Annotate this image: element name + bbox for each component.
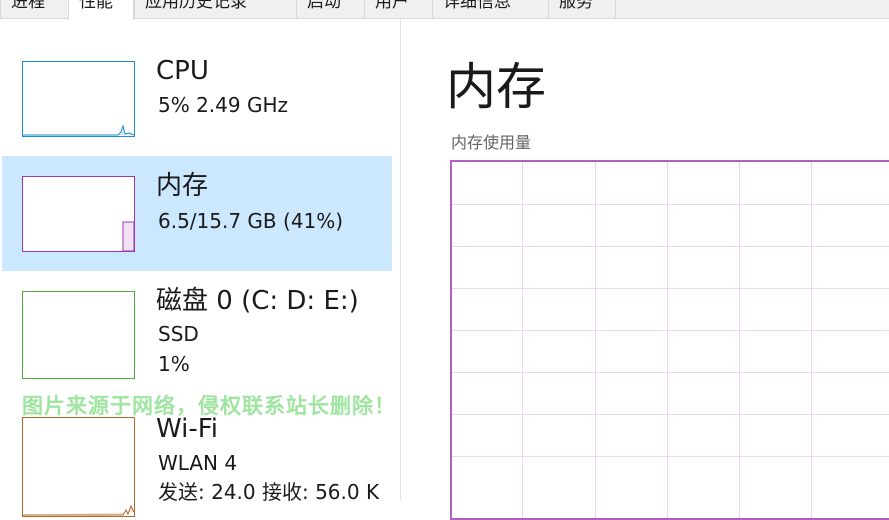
- tab-details[interactable]: 详细信息: [432, 0, 548, 18]
- wifi-thumbnail-graph: [22, 417, 135, 517]
- memory-title: 内存: [156, 171, 209, 201]
- sidebar-item-memory[interactable]: 内存 6.5/15.7 GB (41%): [2, 156, 392, 271]
- disk-title: 磁盘 0 (C: D: E:): [156, 286, 359, 316]
- memory-usage-text: 6.5/15.7 GB (41%): [158, 209, 344, 233]
- sidebar-item-wifi[interactable]: Wi-Fi WLAN 4 发送: 24.0 接收: 56.0 K: [2, 405, 392, 517]
- tab-app-history[interactable]: 应用历史记录: [134, 0, 296, 18]
- tab-services[interactable]: 服务: [548, 0, 616, 18]
- disk-usage-text: 1%: [158, 352, 190, 376]
- memory-usage-graph: [450, 160, 889, 520]
- tab-bar: 进程 性能 应用历史记录 启动 用户 详细信息 服务: [0, 0, 889, 20]
- graph-gridline: [452, 330, 889, 331]
- cpu-title: CPU: [156, 56, 209, 86]
- graph-gridline: [452, 414, 889, 415]
- watermark-text: 图片来源于网络，侵权联系站长删除！: [22, 394, 396, 418]
- graph-gridline: [452, 456, 889, 457]
- memory-usage-graph-label: 内存使用量: [451, 133, 532, 152]
- tab-processes[interactable]: 进程: [0, 0, 68, 18]
- cpu-thumbnail-graph: [22, 61, 135, 137]
- graph-gridline: [452, 372, 889, 373]
- memory-thumbnail-graph: [22, 176, 135, 252]
- graph-gridline: [811, 162, 812, 518]
- tab-users[interactable]: 用户: [364, 0, 432, 18]
- disk-type-text: SSD: [158, 322, 199, 346]
- wifi-adapter-text: WLAN 4: [158, 451, 238, 475]
- graph-gridline: [739, 162, 740, 518]
- graph-gridline: [522, 162, 523, 518]
- graph-gridline: [452, 288, 889, 289]
- graph-gridline: [667, 162, 668, 518]
- sidebar-item-cpu[interactable]: CPU 5% 2.49 GHz: [2, 49, 392, 149]
- cpu-usage-text: 5% 2.49 GHz: [158, 93, 289, 117]
- sidebar-item-disk[interactable]: 磁盘 0 (C: D: E:) SSD 1%: [2, 279, 392, 399]
- page-title: 内存: [446, 58, 546, 116]
- tab-performance[interactable]: 性能: [68, 0, 134, 20]
- graph-gridline: [452, 246, 889, 247]
- resource-sidebar: CPU 5% 2.49 GHz 内存 6.5/15.7 GB (41%) 磁盘 …: [0, 19, 401, 517]
- disk-thumbnail-graph: [22, 291, 135, 379]
- graph-gridline: [595, 162, 596, 518]
- graph-gridline: [452, 204, 889, 205]
- wifi-throughput-text: 发送: 24.0 接收: 56.0 K: [158, 480, 380, 504]
- tab-startup[interactable]: 启动: [296, 0, 364, 18]
